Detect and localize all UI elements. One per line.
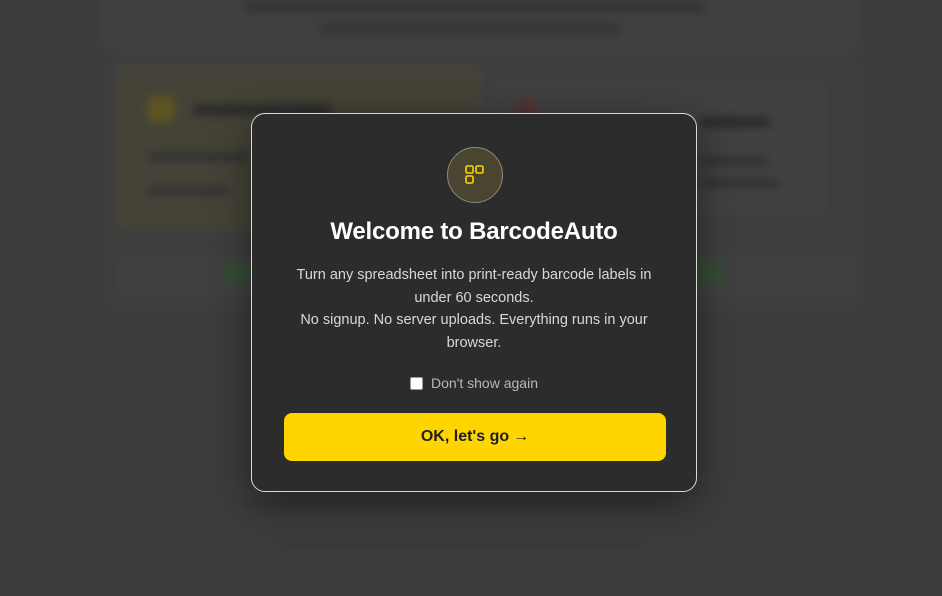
dialog-title: Welcome to BarcodeAuto <box>330 218 618 245</box>
dialog-description: Turn any spreadsheet into print-ready ba… <box>282 264 666 354</box>
grid-squares-icon <box>465 165 484 184</box>
ok-lets-go-button[interactable]: OK, let's go → <box>284 413 666 461</box>
dont-show-again-option[interactable]: Don't show again <box>252 375 696 391</box>
description-line: under 60 seconds. <box>414 289 534 306</box>
welcome-dialog: Welcome to BarcodeAuto Turn any spreadsh… <box>251 113 697 492</box>
arrow-right-icon: → <box>513 428 530 445</box>
description-line: No signup. No server uploads. Everything… <box>300 312 648 328</box>
description-line: browser. <box>446 334 502 351</box>
description-line: Turn any spreadsheet into print-ready ba… <box>296 267 652 283</box>
app-page: Welcome to BarcodeAuto Turn any spreadsh… <box>0 0 942 596</box>
cta-label: OK, let's go <box>420 428 510 445</box>
dont-show-again-label: Don't show again <box>431 375 538 391</box>
app-logo <box>447 147 503 203</box>
dont-show-again-checkbox[interactable] <box>410 376 424 390</box>
